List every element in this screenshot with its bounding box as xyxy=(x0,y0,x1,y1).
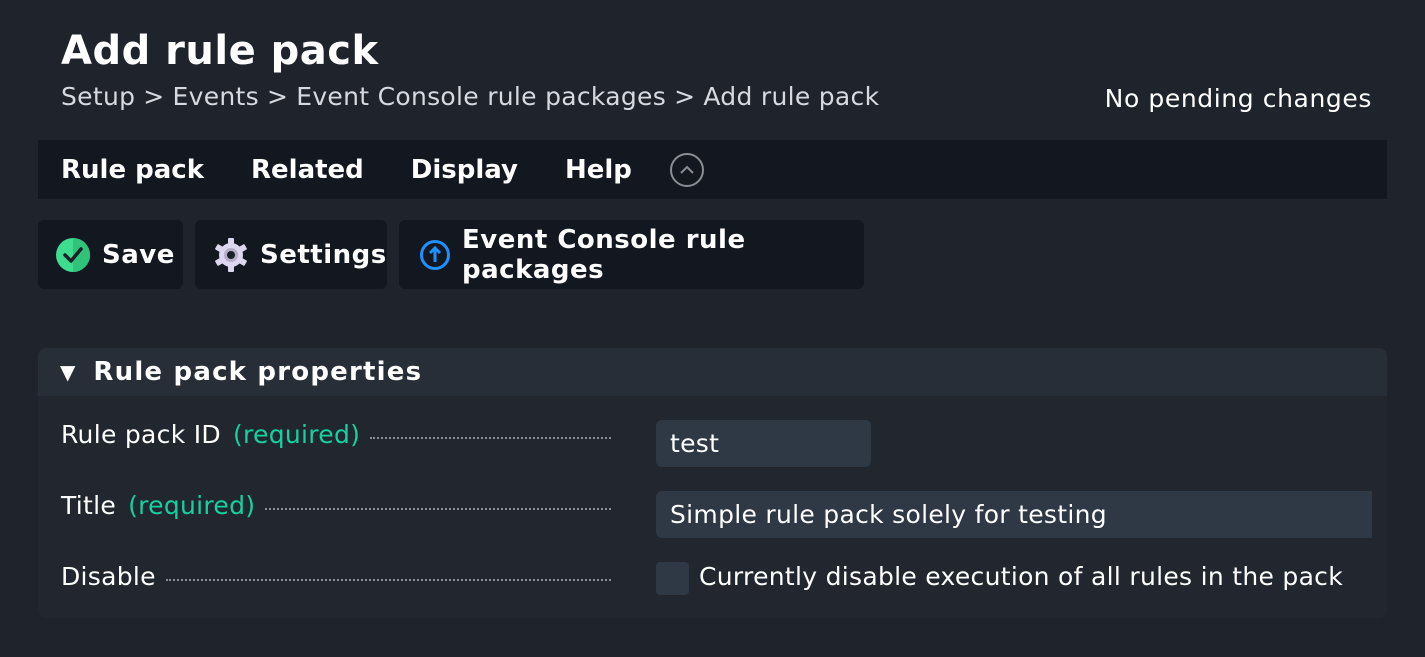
disable-checkbox-label[interactable]: Currently disable execution of all rules… xyxy=(699,562,1343,591)
save-button[interactable]: Save xyxy=(38,220,183,289)
triangle-down-icon: ▼ xyxy=(60,360,76,384)
dotted-leader xyxy=(165,579,611,581)
panel-header-toggle[interactable]: ▼ Rule pack properties xyxy=(38,348,1387,396)
title-label: Title (required) xyxy=(61,491,611,520)
arrow-up-circle-icon xyxy=(419,237,451,273)
rule-pack-properties-panel: ▼ Rule pack properties Rule pack ID (req… xyxy=(38,348,1387,618)
breadcrumb: Setup > Events > Event Console rule packages… xyxy=(61,82,879,111)
page-menu-bar: Rule pack Related Display Help xyxy=(38,140,1387,199)
menu-display[interactable]: Display xyxy=(411,155,518,185)
disable-label: Disable xyxy=(61,562,611,591)
breadcrumb-event-console-rule-packages[interactable]: Event Console rule packages xyxy=(296,82,666,111)
title-input[interactable] xyxy=(656,491,1372,538)
settings-label: Settings xyxy=(260,239,387,270)
rule-pack-id-label: Rule pack ID (required) xyxy=(61,420,611,449)
label-text: Title xyxy=(61,491,117,520)
chevron-up-icon xyxy=(680,165,694,174)
breadcrumb-separator: > xyxy=(674,82,696,111)
event-console-rule-packages-label: Event Console rule packages xyxy=(462,224,746,285)
menu-related[interactable]: Related xyxy=(251,155,364,185)
label-text: Rule pack ID xyxy=(61,420,221,449)
label-text: Disable xyxy=(61,562,156,591)
menu-help[interactable]: Help xyxy=(565,155,632,185)
panel-title: Rule pack properties xyxy=(93,357,423,387)
required-marker: (required) xyxy=(232,420,361,449)
breadcrumb-events[interactable]: Events xyxy=(173,82,259,111)
breadcrumb-separator: > xyxy=(143,82,165,111)
required-marker: (required) xyxy=(128,491,256,520)
event-console-rule-packages-button[interactable]: Event Console rule packages xyxy=(399,220,864,289)
collapse-menu-button[interactable] xyxy=(669,152,704,187)
disable-checkbox[interactable] xyxy=(656,562,689,595)
breadcrumb-separator: > xyxy=(266,82,289,111)
toolbar: Save Settings Event Console rule package… xyxy=(38,220,876,289)
pending-changes-link[interactable]: No pending changes xyxy=(1105,84,1372,113)
menu-rule-pack[interactable]: Rule pack xyxy=(61,155,204,185)
dotted-leader xyxy=(265,508,611,510)
rule-pack-id-input[interactable] xyxy=(656,420,871,467)
breadcrumb-add-rule-pack[interactable]: Add rule pack xyxy=(703,82,879,111)
settings-button[interactable]: Settings xyxy=(195,220,387,289)
dotted-leader xyxy=(370,437,611,439)
gear-icon xyxy=(213,237,249,273)
save-label: Save xyxy=(102,239,175,270)
page-title: Add rule pack xyxy=(61,28,379,74)
breadcrumb-setup[interactable]: Setup xyxy=(61,82,135,111)
check-circle-icon xyxy=(55,237,91,273)
